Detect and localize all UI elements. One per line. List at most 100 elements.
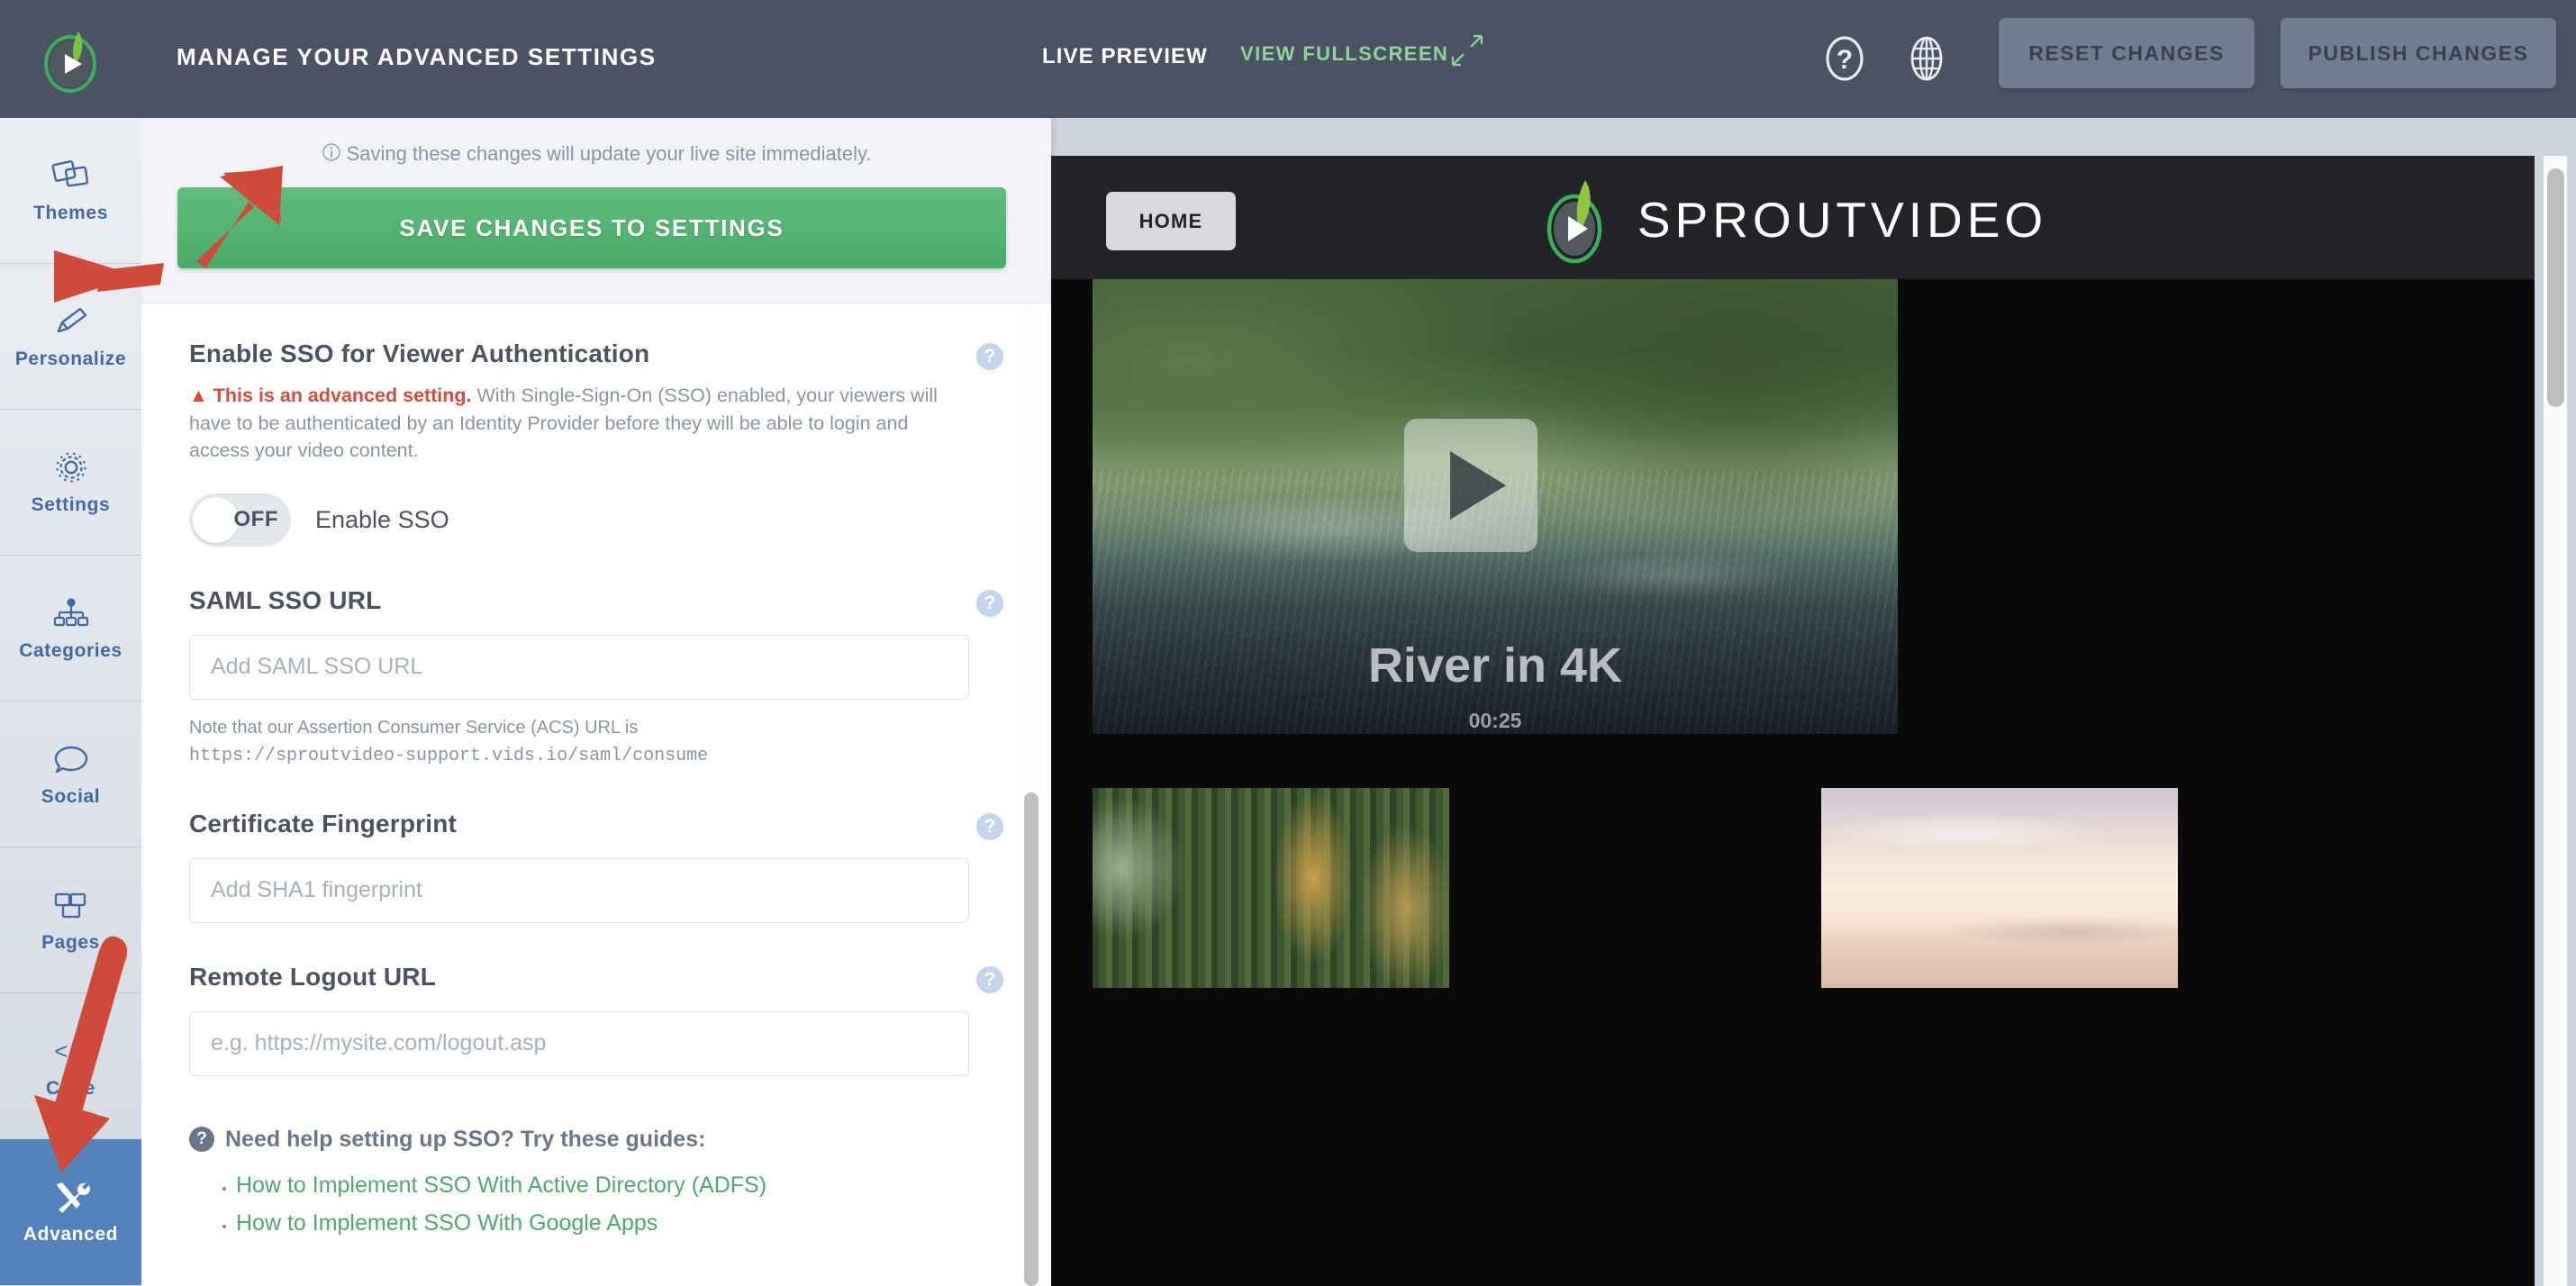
toggle-knob [193, 496, 239, 543]
sidebar-item-pages[interactable]: Pages [0, 847, 141, 993]
question-circle-icon: ? [189, 1127, 214, 1153]
hero-video-duration: 00:25 [1468, 709, 1522, 732]
sso-heading-row: Enable SSO for Viewer Authentication ? [189, 340, 1003, 370]
publish-changes-button[interactable]: PUBLISH CHANGES [2281, 18, 2556, 88]
sidebar-item-label: Code [46, 1078, 95, 1099]
sidebar-item-label: Pages [41, 932, 100, 953]
remote-logout-url-input[interactable] [189, 1010, 969, 1076]
sidebar-item-label: Personalize [14, 349, 127, 369]
sso-help-title-row: ? Need help setting up SSO? Try these gu… [189, 1127, 1003, 1153]
logout-heading-row: Remote Logout URL ? [189, 963, 1003, 993]
question-mark-icon[interactable]: ? [976, 812, 1003, 840]
preview-home-button[interactable]: HOME [1106, 192, 1236, 250]
sso-section: Enable SSO for Viewer Authentication ? ▲… [189, 340, 1003, 547]
live-preview-label: LIVE PREVIEW [1042, 44, 1208, 68]
code-brackets-icon: </> [43, 1032, 99, 1070]
view-fullscreen-button[interactable]: VIEW FULLSCREEN [1240, 42, 1448, 66]
app-root: MANAGE YOUR ADVANCED SETTINGS LIVE PREVI… [0, 0, 2576, 1286]
certificate-fingerprint-section: Certificate Fingerprint ? [189, 810, 1003, 923]
info-circle-icon [322, 142, 341, 168]
sidebar-item-label: Social [41, 786, 101, 807]
sidebar-item-settings[interactable]: Settings [0, 410, 141, 556]
sidebar-item-social[interactable]: Social [0, 702, 141, 847]
preview-scrollbar-thumb[interactable] [2547, 168, 2564, 407]
panel-scrollbar-thumb[interactable] [1024, 792, 1039, 1286]
acs-url-note: Note that our Assertion Consumer Service… [189, 714, 1003, 770]
sso-warning-text: ▲ This is an advanced setting. With Sing… [189, 382, 966, 465]
question-mark-icon[interactable]: ? [976, 965, 1003, 993]
panel-title: MANAGE YOUR ADVANCED SETTINGS [177, 43, 657, 70]
live-preview-area: SPROUTVIDEO HOME River in 4K 00:25 [1051, 118, 2576, 1286]
sso-help-title: Need help setting up SSO? Try these guid… [225, 1126, 706, 1152]
preview-site-header: SPROUTVIDEO HOME [1051, 156, 2535, 279]
certificate-fingerprint-input[interactable] [189, 857, 969, 923]
fullscreen-expand-icon[interactable] [1451, 34, 1483, 67]
globe-icon[interactable] [1900, 32, 1953, 85]
tools-icon [50, 1178, 93, 1216]
sidebar: Themes Personalize Settings Categories S… [0, 0, 141, 1286]
sidebar-item-advanced[interactable]: Advanced [0, 1139, 141, 1285]
sidebar-item-personalize[interactable]: Personalize [0, 264, 141, 410]
enable-sso-toggle[interactable]: OFF [189, 493, 291, 547]
sso-toggle-row: OFF Enable SSO [189, 493, 1003, 547]
saml-sso-url-section: SAML SSO URL ? Note that our Assertion C… [189, 586, 1003, 770]
list-item: How to Implement SSO With Google Apps [236, 1210, 1003, 1236]
forest-thumbnail[interactable] [1093, 788, 1449, 988]
reset-changes-button[interactable]: RESET CHANGES [1999, 18, 2254, 88]
acs-note-text: Note that our Assertion Consumer Service… [189, 717, 639, 738]
sidebar-item-categories[interactable]: Categories [0, 556, 141, 702]
save-note: Saving these changes will update your li… [141, 142, 1051, 168]
sidebar-item-themes[interactable]: Themes [0, 118, 141, 264]
sidebar-item-label: Settings [31, 494, 111, 515]
remote-logout-url-heading: Remote Logout URL [189, 962, 437, 991]
advanced-settings-panel: Saving these changes will update your li… [141, 0, 1051, 1286]
question-mark-icon[interactable]: ? [976, 589, 1003, 617]
save-changes-button[interactable]: SAVE CHANGES TO SETTINGS [177, 187, 1006, 268]
preview-site-logo-text: SPROUTVIDEO [1637, 192, 2048, 248]
top-bar: MANAGE YOUR ADVANCED SETTINGS LIVE PREVI… [0, 0, 2576, 118]
save-note-text: Saving these changes will update your li… [346, 142, 872, 165]
thumbnail-image [1093, 788, 1449, 988]
cert-heading-row: Certificate Fingerprint ? [189, 810, 1003, 840]
saml-sso-url-heading: SAML SSO URL [189, 585, 382, 614]
svg-text:</>: </> [54, 1037, 88, 1064]
sidebar-item-label: Categories [19, 640, 122, 661]
list-item: How to Implement SSO With Active Directo… [236, 1173, 1003, 1199]
question-mark-icon[interactable]: ? [976, 343, 1003, 370]
saml-sso-url-input[interactable] [189, 634, 969, 700]
sproutvideo-play-logo [1547, 180, 1602, 264]
gear-icon [52, 448, 90, 486]
sitemap-icon [51, 594, 91, 632]
layers-icon [51, 157, 91, 195]
enable-sso-label: Enable SSO [315, 505, 449, 533]
sidebar-item-list: Themes Personalize Settings Categories S… [0, 118, 141, 1285]
hero-video-title: River in 4K [1367, 638, 1623, 693]
help-icon[interactable]: ? [1819, 32, 1871, 85]
preview-hero-video[interactable]: River in 4K 00:25 [1093, 279, 1898, 734]
preview-site-logo[interactable]: SPROUTVIDEO [1051, 170, 2535, 269]
play-triangle [1450, 451, 1506, 520]
sproutvideo-play-logo[interactable] [0, 0, 141, 118]
sidebar-item-label: Advanced [23, 1224, 119, 1245]
sso-guide-link-adfs[interactable]: How to Implement SSO With Active Directo… [236, 1173, 766, 1198]
speech-bubble-icon [51, 740, 91, 778]
svg-text:?: ? [1837, 45, 1853, 75]
save-area: Saving these changes will update your li… [141, 118, 1051, 303]
sunset-sky-thumbnail[interactable] [1821, 788, 2178, 988]
sidebar-item-label: Themes [33, 203, 108, 223]
sso-warning-strong: This is an advanced setting. [213, 385, 472, 406]
acs-url-value: https://sproutvideo-support.vids.io/saml… [189, 745, 709, 766]
sidebar-item-code[interactable]: </> Code [0, 993, 141, 1139]
toggle-state-label: OFF [233, 507, 278, 532]
sso-heading: Enable SSO for Viewer Authentication [189, 340, 650, 367]
play-button-icon[interactable] [1404, 419, 1537, 552]
sso-help-block: ? Need help setting up SSO? Try these gu… [189, 1127, 1003, 1236]
sso-guide-link-google[interactable]: How to Implement SSO With Google Apps [236, 1210, 658, 1236]
panel-body: Enable SSO for Viewer Authentication ? ▲… [141, 303, 1051, 1286]
saml-heading-row: SAML SSO URL ? [189, 586, 1003, 617]
remote-logout-url-section: Remote Logout URL ? [189, 963, 1003, 1076]
preview-frame: SPROUTVIDEO HOME River in 4K 00:25 [1051, 156, 2535, 1286]
pencil-icon [51, 303, 91, 340]
warning-triangle-icon: ▲ [189, 385, 208, 406]
certificate-fingerprint-heading: Certificate Fingerprint [189, 809, 458, 838]
